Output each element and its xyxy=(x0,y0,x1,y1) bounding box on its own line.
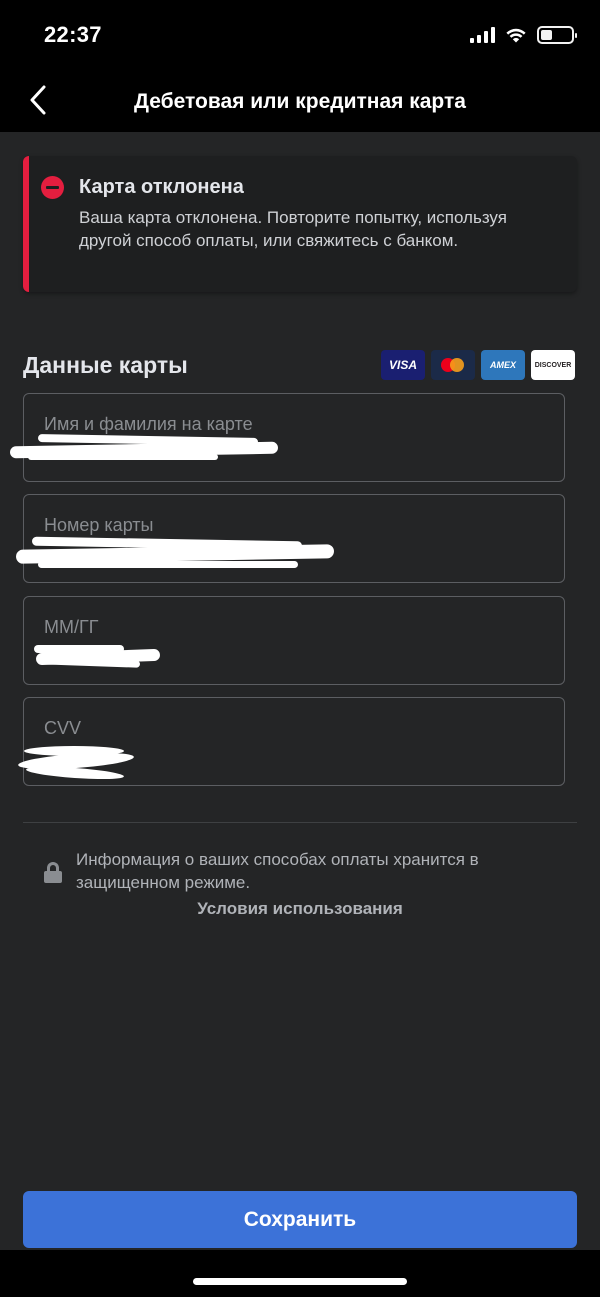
wifi-icon xyxy=(506,28,526,43)
nav-bar: Дебетовая или кредитная карта xyxy=(0,70,600,132)
page-title: Дебетовая или кредитная карта xyxy=(134,90,466,113)
cardholder-name-field[interactable]: Имя и фамилия на карте xyxy=(9,393,565,482)
expiry-date-field[interactable]: ММ/ГГ xyxy=(23,596,565,685)
cellular-signal-icon xyxy=(470,27,495,43)
home-indicator[interactable] xyxy=(193,1278,407,1285)
alert-message: Ваша карта отклонена. Повторите попытку,… xyxy=(79,208,507,250)
visa-logo: VISA xyxy=(381,350,425,380)
mastercard-logo xyxy=(431,350,475,380)
main-content: Карта отклонена Ваша карта отклонена. По… xyxy=(0,132,600,1250)
amex-logo: AMEX xyxy=(481,350,525,380)
discover-logo: DISCOVER xyxy=(531,350,575,380)
alert-title: Карта отклонена xyxy=(79,176,244,198)
error-icon xyxy=(41,176,64,199)
divider xyxy=(23,822,577,823)
card-details-title: Данные карты xyxy=(23,352,188,378)
expiry-date-label: ММ/ГГ xyxy=(44,617,99,637)
battery-icon xyxy=(537,26,577,44)
cvv-label: CVV xyxy=(44,718,82,738)
card-number-field[interactable]: Номер карты xyxy=(15,494,565,583)
cardholder-name-label: Имя и фамилия на карте xyxy=(44,414,253,434)
card-number-label: Номер карты xyxy=(44,515,154,535)
status-bar: 22:37 xyxy=(0,0,600,70)
terms-of-use-link[interactable]: Условия использования xyxy=(0,899,600,919)
lock-icon xyxy=(44,862,62,883)
card-logos: VISA AMEX DISCOVER xyxy=(381,350,575,380)
security-info-text: Информация о ваших способах оплаты храни… xyxy=(76,850,479,892)
save-button[interactable]: Сохранить xyxy=(23,1191,577,1248)
home-indicator-area xyxy=(0,1250,600,1297)
status-icons xyxy=(470,26,577,44)
alert-accent-bar xyxy=(23,156,29,292)
status-time: 22:37 xyxy=(44,22,102,47)
card-declined-alert: Карта отклонена Ваша карта отклонена. По… xyxy=(23,156,577,292)
cvv-field[interactable]: CVV xyxy=(17,697,565,786)
